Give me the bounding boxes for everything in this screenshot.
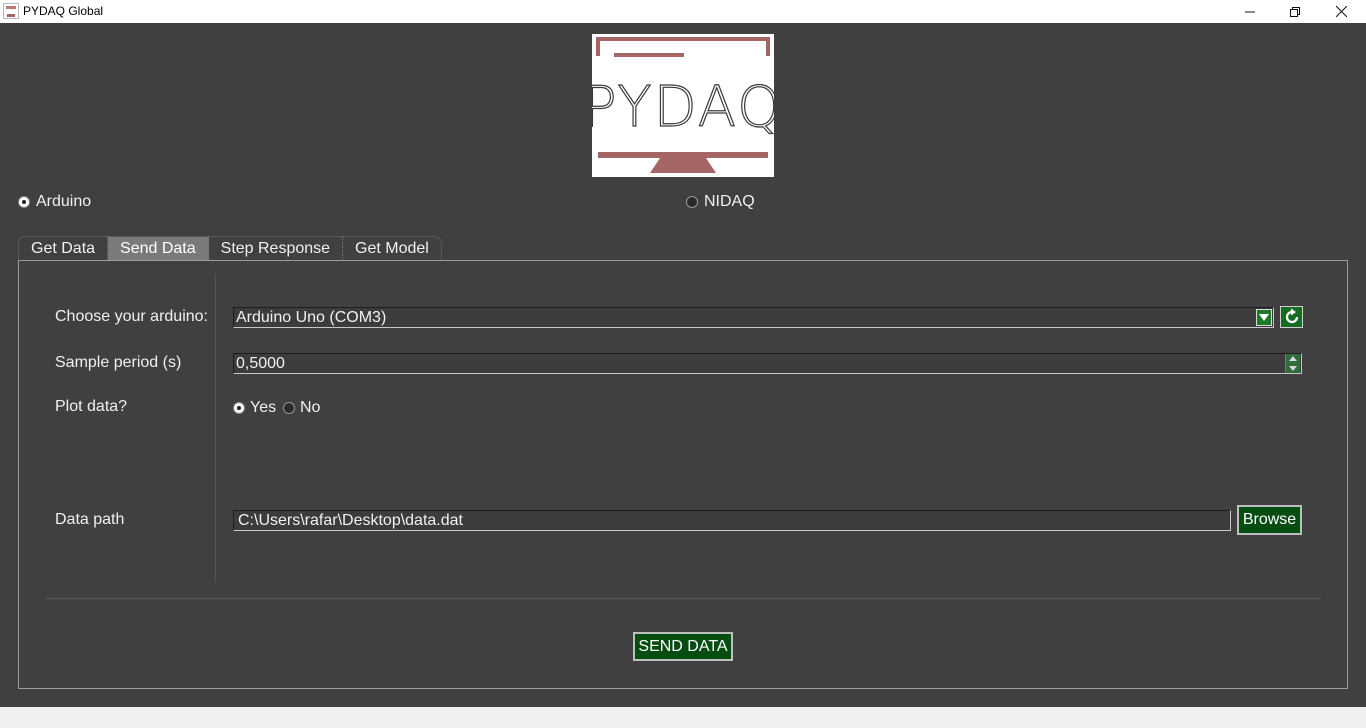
arduino-radio[interactable]: Arduino xyxy=(18,193,91,211)
nidaq-radio-indicator[interactable] xyxy=(686,196,698,208)
app-icon xyxy=(3,3,19,19)
arduino-label: Arduino xyxy=(36,193,92,210)
restore-icon xyxy=(1290,6,1300,17)
sample-period-spinbox[interactable]: 0,5000 xyxy=(233,353,1302,374)
pydaq-logo: PYDAQ xyxy=(582,34,782,177)
plot-yes-radio[interactable]: Yes xyxy=(233,399,276,417)
send-data-button[interactable]: SEND DATA xyxy=(633,632,733,661)
window-title: PYDAQ Global xyxy=(23,4,104,18)
caret-down-icon[interactable] xyxy=(1289,365,1297,371)
sample-period-label: Sample period (s) xyxy=(55,354,182,371)
refresh-button[interactable] xyxy=(1280,306,1303,328)
data-path-label: Data path xyxy=(55,511,125,528)
tab-step-response[interactable]: Step Response xyxy=(208,236,344,260)
caret-up-icon[interactable] xyxy=(1289,356,1297,362)
tab-send-data[interactable]: Send Data xyxy=(108,236,209,260)
svg-text:PYDAQ: PYDAQ xyxy=(592,75,774,140)
plot-yes-label: Yes xyxy=(250,399,277,416)
form-horizontal-divider xyxy=(45,598,1321,599)
nidaq-label: NIDAQ xyxy=(704,193,755,210)
nidaq-radio[interactable]: NIDAQ xyxy=(686,193,755,211)
arduino-radio-indicator[interactable] xyxy=(18,196,30,208)
browse-button[interactable]: Browse xyxy=(1237,505,1302,535)
arduino-select[interactable]: Arduino Uno (COM3) xyxy=(233,307,1274,328)
tab-bar: Get Data Send Data Step Response Get Mod… xyxy=(18,236,442,260)
sample-period-stepper[interactable] xyxy=(1285,354,1300,373)
title-bar: PYDAQ Global xyxy=(0,0,1366,23)
tab-get-data[interactable]: Get Data xyxy=(18,236,109,260)
plot-data-label: Plot data? xyxy=(55,398,128,415)
chevron-down-icon[interactable] xyxy=(1256,309,1272,326)
plot-no-radio[interactable]: No xyxy=(283,399,320,417)
choose-arduino-label: Choose your arduino: xyxy=(55,308,208,325)
plot-yes-indicator[interactable] xyxy=(233,402,245,414)
plot-no-indicator[interactable] xyxy=(283,402,295,414)
close-button[interactable] xyxy=(1318,0,1364,23)
close-icon xyxy=(1335,6,1347,17)
refresh-icon xyxy=(1285,308,1298,324)
restore-button[interactable] xyxy=(1272,0,1318,23)
data-path-input[interactable]: C:\Users\rafar\Desktop\data.dat xyxy=(233,510,1231,531)
plot-no-label: No xyxy=(300,399,321,416)
tab-get-model[interactable]: Get Model xyxy=(343,236,442,260)
bottom-strip xyxy=(0,707,1366,728)
minimize-icon xyxy=(1245,11,1255,12)
minimize-button[interactable] xyxy=(1227,0,1273,23)
form-vertical-divider xyxy=(215,274,216,582)
